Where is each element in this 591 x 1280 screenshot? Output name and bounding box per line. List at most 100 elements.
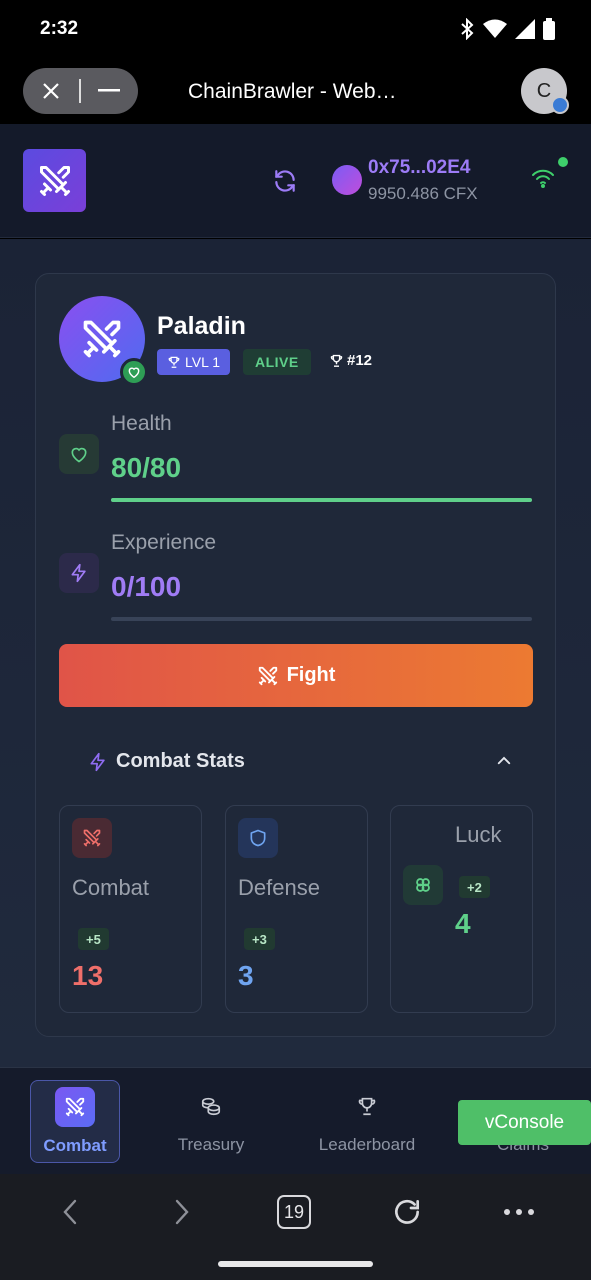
browser-controls-pill [23,68,138,114]
tabs-button[interactable]: 19 [264,1192,324,1232]
nav-label: Treasury [177,1135,245,1154]
main-content: Paladin LVL 1 ALIVE #12 Health 80/80 Exp… [0,239,591,1067]
trophy-icon [358,1097,376,1116]
coins-icon [201,1097,221,1116]
nav-label: Leaderboard [318,1135,416,1154]
nav-icon-box [347,1086,387,1126]
nav-label: Combat [43,1136,107,1155]
vconsole-button[interactable]: vConsole [458,1100,591,1145]
bluetooth-icon [461,18,474,40]
chevron-left-icon [63,1199,77,1225]
fight-button[interactable]: Fight [59,644,533,707]
crossed-swords-icon [39,165,70,196]
cell-signal-icon [515,19,535,39]
trophy-icon [330,354,343,367]
experience-value: 0/100 [111,571,182,602]
experience-label: Experience [111,531,217,554]
more-dots-icon [504,1209,534,1215]
back-button[interactable] [40,1192,100,1232]
crossed-swords-icon [83,829,101,847]
browser-toolbar: ChainBrawler - Web… C [0,60,591,124]
wallet-address[interactable]: 0x75...02E4 [368,157,470,179]
close-icon [43,83,59,99]
status-icons [459,18,555,40]
translate-badge-icon [551,96,569,114]
stat-label: Defense [238,875,320,900]
system-status-bar: 2:32 [0,0,591,60]
clover-icon [416,878,430,892]
fight-label: Fight [286,664,336,686]
crossed-swords-icon [83,320,121,358]
wallet-balance: 9950.486 CFX [368,184,478,203]
character-card: Paladin LVL 1 ALIVE #12 Health 80/80 Exp… [35,273,556,1037]
nav-item-combat[interactable]: Combat [30,1080,120,1163]
nav-icon-box [191,1086,231,1126]
alive-heart-badge [120,358,148,386]
connection-wifi-icon [532,169,554,188]
combat-stats-heading: Combat Stats [116,750,245,772]
character-name: Paladin [157,312,246,340]
page-title: ChainBrawler - Web… [188,80,397,103]
battery-icon [543,18,555,40]
app-header: 0x75...02E4 9950.486 CFX [0,124,591,238]
health-label: Health [111,412,172,435]
health-value: 80/80 [111,452,182,483]
heart-icon [71,447,87,463]
combat-icon-box [72,818,112,858]
lightning-icon [90,752,105,771]
reload-icon [395,1199,419,1224]
defense-icon-box [238,818,278,858]
health-bar [111,498,532,502]
close-button[interactable] [23,68,79,114]
trophy-icon [168,356,180,368]
stat-label: Combat [72,875,150,900]
wifi-signal-icon [483,19,507,38]
account-avatar[interactable]: C [521,68,569,114]
reload-button[interactable] [377,1192,437,1232]
stat-tile-combat: Combat +5 13 [59,805,202,1013]
crossed-swords-icon [65,1097,85,1117]
crossed-swords-icon [258,666,277,685]
stat-label: Luck [455,822,502,847]
minimize-button[interactable] [81,68,137,114]
status-badge: ALIVE [243,349,311,375]
tab-count: 19 [277,1195,311,1229]
stat-tile-luck: Luck +2 4 [390,805,533,1013]
experience-bar [111,617,532,621]
wallet-avatar[interactable] [332,165,362,195]
lightning-icon [71,563,86,583]
experience-icon-box [59,553,99,593]
browser-bottom-bar: 19 [0,1174,591,1280]
stat-value: 4 [455,908,471,939]
account-initial: C [536,79,552,102]
stat-value: 3 [238,960,254,991]
level-badge: LVL 1 [157,349,231,375]
nav-item-treasury[interactable]: Treasury [166,1080,256,1163]
shield-icon [250,829,266,847]
health-bar-fill [111,498,532,502]
stat-value: 13 [72,960,104,991]
luck-icon-box [403,865,443,905]
home-indicator[interactable] [218,1261,373,1267]
stat-bonus: +5 [78,928,109,950]
connected-status-dot [558,157,568,167]
more-button[interactable] [489,1192,549,1232]
rank-badge: #12 [329,352,372,369]
rank-label: #12 [347,352,373,369]
app-logo[interactable] [23,149,86,212]
refresh-icon[interactable] [272,168,298,194]
clock: 2:32 [40,18,79,39]
stat-bonus: +2 [459,876,490,898]
nav-icon-box [55,1087,95,1127]
heart-icon [128,367,140,379]
nav-item-leaderboard[interactable]: Leaderboard [307,1080,427,1163]
stat-bonus: +3 [244,928,275,950]
stat-tile-defense: Defense +3 3 [225,805,368,1013]
minimize-icon [98,89,120,92]
level-label: LVL 1 [185,354,221,370]
health-icon-box [59,434,99,474]
chevron-right-icon [175,1199,189,1225]
chevron-up-icon[interactable] [495,752,513,770]
combat-stats-toggle[interactable]: Combat Stats [88,750,245,773]
forward-button[interactable] [152,1192,212,1232]
